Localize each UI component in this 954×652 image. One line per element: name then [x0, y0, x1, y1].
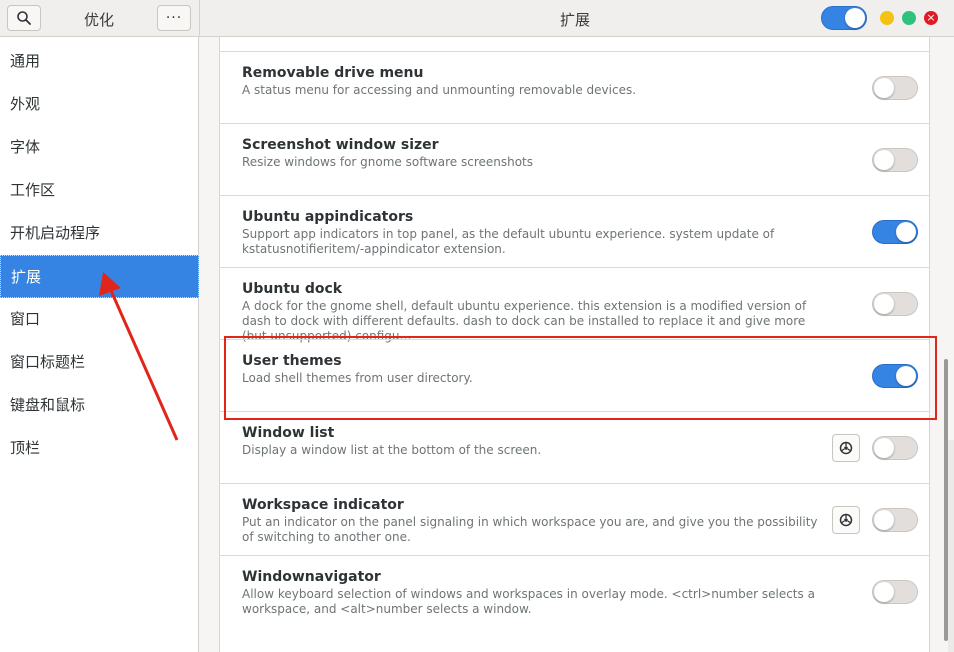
extension-title: Windownavigator — [242, 569, 381, 585]
switch-knob — [874, 582, 894, 602]
extension-toggle[interactable] — [872, 76, 918, 100]
extension-row: Windownavigator Allow keyboard selection … — [220, 555, 929, 627]
sidebar-item-2[interactable]: 字体 — [0, 126, 199, 169]
extension-title: Window list — [242, 425, 335, 441]
extension-title: Ubuntu appindicators — [242, 209, 414, 225]
sidebar-item-9[interactable]: 顶栏 — [0, 427, 199, 470]
extension-toggle[interactable] — [872, 364, 918, 388]
sidebar-item-5[interactable]: 扩展 — [0, 255, 199, 298]
sidebar-item-7[interactable]: 窗口标题栏 — [0, 341, 199, 384]
extension-toggle[interactable] — [872, 436, 918, 460]
close-icon: × — [926, 11, 936, 24]
extension-title: Removable drive menu — [242, 65, 424, 81]
extension-row: User themes Load shell themes from user d… — [220, 339, 929, 411]
extension-toggle[interactable] — [872, 508, 918, 532]
maximize-button[interactable] — [902, 11, 916, 25]
sidebar-item-0[interactable]: 通用 — [0, 40, 199, 83]
extension-description: A status menu for accessing and unmounti… — [242, 83, 637, 97]
extension-title: User themes — [242, 353, 342, 369]
extension-row: Workspace indicator Put an indicator on t… — [220, 483, 929, 555]
extension-title: Ubuntu dock — [242, 281, 343, 297]
background-window-edge — [948, 440, 954, 652]
extension-toggle[interactable] — [872, 580, 918, 604]
extension-description: Load shell themes from user directory. — [242, 371, 473, 385]
extension-description: Display a window list at the bottom of t… — [242, 443, 542, 457]
search-icon — [17, 11, 31, 25]
extension-row: Ubuntu dock A dock for the gnome shell, d… — [220, 267, 929, 343]
extension-title: Workspace indicator — [242, 497, 404, 513]
extension-settings-button[interactable] — [832, 506, 860, 534]
switch-knob — [845, 8, 865, 28]
extension-title: Screenshot window sizer — [242, 137, 439, 153]
switch-knob — [874, 294, 894, 314]
sidebar-item-6[interactable]: 窗口 — [0, 298, 199, 341]
extensions-panel: Removable drive menu A status menu for ac… — [200, 37, 954, 652]
sidebar: 通用 外观 字体 工作区 开机启动程序 扩展 窗口 窗口标题栏 键盘和鼠标 顶栏 — [0, 37, 199, 652]
extension-row: Screenshot window sizer Resize windows fo… — [220, 123, 929, 195]
switch-knob — [874, 438, 894, 458]
gear-icon — [839, 513, 853, 527]
extension-description: Support app indicators in top panel, as … — [242, 227, 775, 256]
extension-toggle[interactable] — [872, 292, 918, 316]
switch-knob — [874, 78, 894, 98]
extension-description: Put an indicator on the panel signaling … — [242, 515, 818, 544]
switch-knob — [874, 150, 894, 170]
sidebar-item-4[interactable]: 开机启动程序 — [0, 212, 199, 255]
close-button[interactable]: × — [924, 11, 938, 25]
header-divider — [199, 0, 200, 36]
app-title: 优化 — [84, 11, 115, 29]
more-menu-button[interactable]: ··· — [157, 5, 191, 31]
minimize-button[interactable] — [880, 11, 894, 25]
more-icon: ··· — [165, 10, 183, 26]
extension-row: Ubuntu appindicators Support app indicato… — [220, 195, 929, 267]
extension-toggle[interactable] — [872, 220, 918, 244]
extension-row: Removable drive menu A status menu for ac… — [220, 51, 929, 123]
extension-description: Allow keyboard selection of windows and … — [242, 587, 815, 616]
gear-icon — [839, 441, 853, 455]
global-extensions-switch[interactable] — [821, 6, 867, 30]
extension-description: Resize windows for gnome software screen… — [242, 155, 534, 169]
extensions-list: Removable drive menu A status menu for ac… — [219, 37, 930, 652]
sidebar-item-3[interactable]: 工作区 — [0, 169, 199, 212]
extension-toggle[interactable] — [872, 148, 918, 172]
switch-knob — [896, 366, 916, 386]
sidebar-item-1[interactable]: 外观 — [0, 83, 199, 126]
page-title: 扩展 — [560, 11, 591, 29]
sidebar-item-8[interactable]: 键盘和鼠标 — [0, 384, 199, 427]
extension-settings-button[interactable] — [832, 434, 860, 462]
search-button[interactable] — [7, 5, 41, 31]
extension-row: Window list Display a window list at the … — [220, 411, 929, 483]
header-bar: 优化 ··· 扩展 × — [0, 0, 954, 37]
extension-description: A dock for the gnome shell, default ubun… — [242, 299, 807, 343]
switch-knob — [874, 510, 894, 530]
switch-knob — [896, 222, 916, 242]
